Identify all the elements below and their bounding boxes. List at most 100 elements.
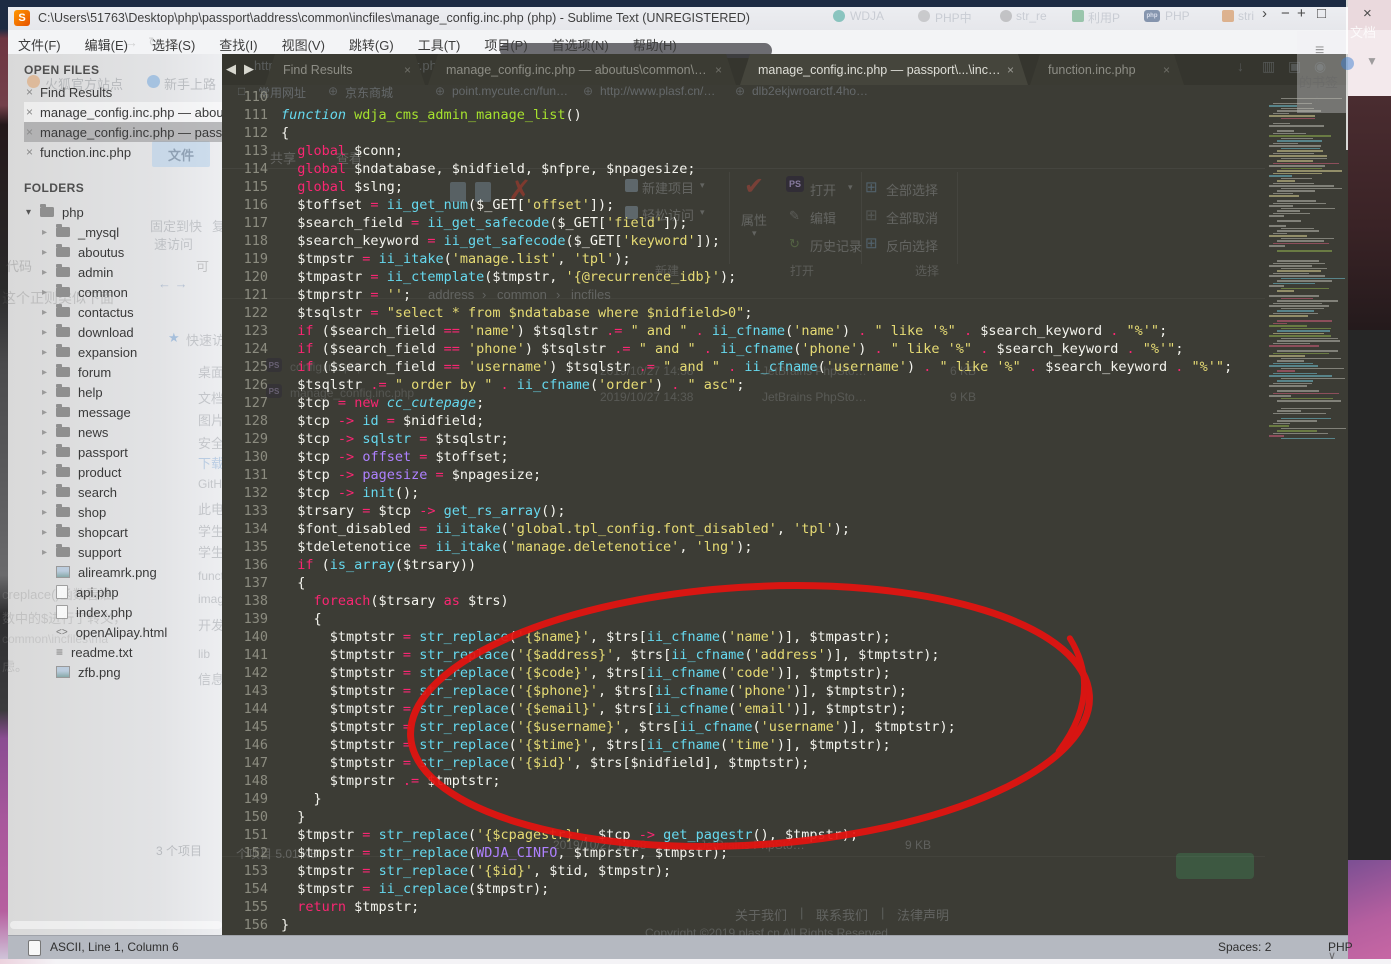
chevron-right-icon[interactable]: ▸: [42, 447, 56, 458]
code-token: ): [858, 341, 874, 357]
code-token: $search_keyword: [281, 233, 427, 249]
menu-item-8[interactable]: 首选项(N): [552, 35, 609, 54]
folder-search[interactable]: ▸search: [42, 482, 222, 502]
file-index.php[interactable]: index.php: [56, 602, 222, 622]
close-file-icon[interactable]: ×: [26, 145, 33, 159]
code-token: , $trs[: [590, 629, 647, 645]
status-syntax[interactable]: PHP: [1328, 940, 1353, 954]
folder-root-php[interactable]: ▾php: [26, 202, 222, 222]
code-token: .: [704, 341, 712, 357]
file-api.php[interactable]: api.php: [56, 582, 222, 602]
menu-item-3[interactable]: 查找(I): [219, 35, 257, 54]
line-number: 153: [222, 862, 268, 880]
chevron-right-icon[interactable]: ▸: [42, 547, 56, 558]
code-token: (: [509, 683, 517, 699]
chevron-right-icon[interactable]: ▸: [42, 527, 56, 538]
tab-close-icon[interactable]: ×: [715, 63, 736, 77]
chevron-right-icon[interactable]: ▸: [42, 387, 56, 398]
menu-item-5[interactable]: 跳转(G): [349, 35, 394, 54]
folder-shopcart[interactable]: ▸shopcart: [42, 522, 222, 542]
menu-item-0[interactable]: 文件(F): [18, 35, 61, 54]
chevron-right-icon[interactable]: ▸: [42, 287, 56, 298]
folder-download[interactable]: ▸download: [42, 322, 222, 342]
folder-aboutus[interactable]: ▸aboutus: [42, 242, 222, 262]
code-token: ii_creplace: [379, 881, 468, 897]
maximize-button[interactable]: □: [1317, 5, 1326, 22]
folder-news[interactable]: ▸news: [42, 422, 222, 442]
open-file-0[interactable]: ×Find Results: [26, 82, 222, 102]
folder-forum[interactable]: ▸forum: [42, 362, 222, 382]
menu-item-4[interactable]: 视图(V): [282, 35, 325, 54]
chevron-right-icon[interactable]: ▸: [42, 367, 56, 378]
chevron-right-icon[interactable]: ▸: [42, 467, 56, 478]
code-token: offset: [362, 449, 411, 465]
folder-support[interactable]: ▸support: [42, 542, 222, 562]
chevron-right-icon[interactable]: ▸: [42, 247, 56, 258]
chevron-right-icon[interactable]: ▸: [42, 307, 56, 318]
tab-close-icon[interactable]: ×: [1007, 63, 1028, 77]
folder-product[interactable]: ▸product: [42, 462, 222, 482]
folder-icon: [56, 347, 70, 357]
chevron-right-icon[interactable]: ▸: [42, 487, 56, 498]
overflow-chevron-icon[interactable]: ›: [1262, 5, 1267, 22]
tab-close-icon[interactable]: ×: [404, 63, 425, 77]
minimap[interactable]: [1267, 88, 1345, 928]
line-number: 143: [222, 682, 268, 700]
close-file-icon[interactable]: ×: [26, 105, 33, 119]
tab-scroll-right-icon[interactable]: ▶: [244, 61, 254, 77]
chevron-right-icon[interactable]: ▸: [42, 427, 56, 438]
folder-expansion[interactable]: ▸expansion: [42, 342, 222, 362]
file-readme.txt[interactable]: ≡readme.txt: [56, 642, 222, 662]
folder-common[interactable]: ▸common: [42, 282, 222, 302]
code-token: [411, 665, 419, 681]
minimap-line: [1269, 185, 1334, 187]
code-token: 'username': [761, 719, 842, 735]
chevron-right-icon[interactable]: ▸: [42, 267, 56, 278]
chevron-down-icon[interactable]: ▾: [26, 207, 40, 218]
tab-1[interactable]: manage_config.inc.php — aboutus\common\i…: [428, 54, 736, 85]
minimap-line: [1269, 355, 1305, 357]
code-line: if ($search_field == 'name') $tsqlstr .=…: [281, 322, 1167, 340]
chevron-right-icon[interactable]: ▸: [42, 347, 56, 358]
tab-2-active[interactable]: manage_config.inc.php — passport\...\inc…: [740, 54, 1028, 85]
folder-message[interactable]: ▸message: [42, 402, 222, 422]
open-file-3[interactable]: ×function.inc.php: [26, 142, 222, 162]
minimap-line: [1281, 338, 1338, 340]
open-file-1[interactable]: ×manage_config.inc.php — aboutus: [26, 102, 222, 122]
chevron-right-icon[interactable]: ▸: [42, 327, 56, 338]
minimize-button[interactable]: −: [1281, 5, 1290, 22]
new-tab-button[interactable]: +: [1297, 5, 1306, 22]
folder-_mysql[interactable]: ▸_mysql: [42, 222, 222, 242]
close-button[interactable]: ×: [1363, 5, 1372, 22]
menu-item-2[interactable]: 选择(S): [152, 35, 195, 54]
menu-item-9[interactable]: 帮助(H): [633, 35, 677, 54]
open-file-2[interactable]: ×manage_config.inc.php — passport: [26, 122, 222, 142]
code-token: .=: [403, 773, 419, 789]
chevron-right-icon[interactable]: ▸: [42, 227, 56, 238]
folder-contactus[interactable]: ▸contactus: [42, 302, 222, 322]
file-zfb.png[interactable]: zfb.png: [56, 662, 222, 682]
folder-help[interactable]: ▸help: [42, 382, 222, 402]
minimap-line: [1281, 278, 1345, 280]
code-token: id: [362, 413, 378, 429]
file-openAlipay.html[interactable]: <>openAlipay.html: [56, 622, 222, 642]
tab-scroll-left-icon[interactable]: ◀: [226, 61, 236, 77]
tab-3[interactable]: function.inc.php×: [1030, 54, 1184, 85]
close-file-icon[interactable]: ×: [26, 125, 33, 139]
chevron-right-icon[interactable]: ▸: [42, 507, 56, 518]
code-token: , $trs[: [622, 719, 679, 735]
chevron-right-icon[interactable]: ▸: [42, 407, 56, 418]
code-token: (: [509, 701, 517, 717]
close-file-icon[interactable]: ×: [26, 85, 33, 99]
tab-0[interactable]: Find Results×: [265, 54, 425, 85]
code-line: $tdeletenotice = ii_itake('manage.delete…: [281, 538, 752, 556]
menu-item-7[interactable]: 项目(P): [484, 35, 527, 54]
menu-item-1[interactable]: 编辑(E): [85, 35, 128, 54]
tab-close-icon[interactable]: ×: [1163, 63, 1184, 77]
file-alireamrk.png[interactable]: alireamrk.png: [56, 562, 222, 582]
status-indentation[interactable]: Spaces: 2: [1218, 940, 1271, 954]
folder-shop[interactable]: ▸shop: [42, 502, 222, 522]
folder-admin[interactable]: ▸admin: [42, 262, 222, 282]
folder-passport[interactable]: ▸passport: [42, 442, 222, 462]
menu-item-6[interactable]: 工具(T): [418, 35, 461, 54]
